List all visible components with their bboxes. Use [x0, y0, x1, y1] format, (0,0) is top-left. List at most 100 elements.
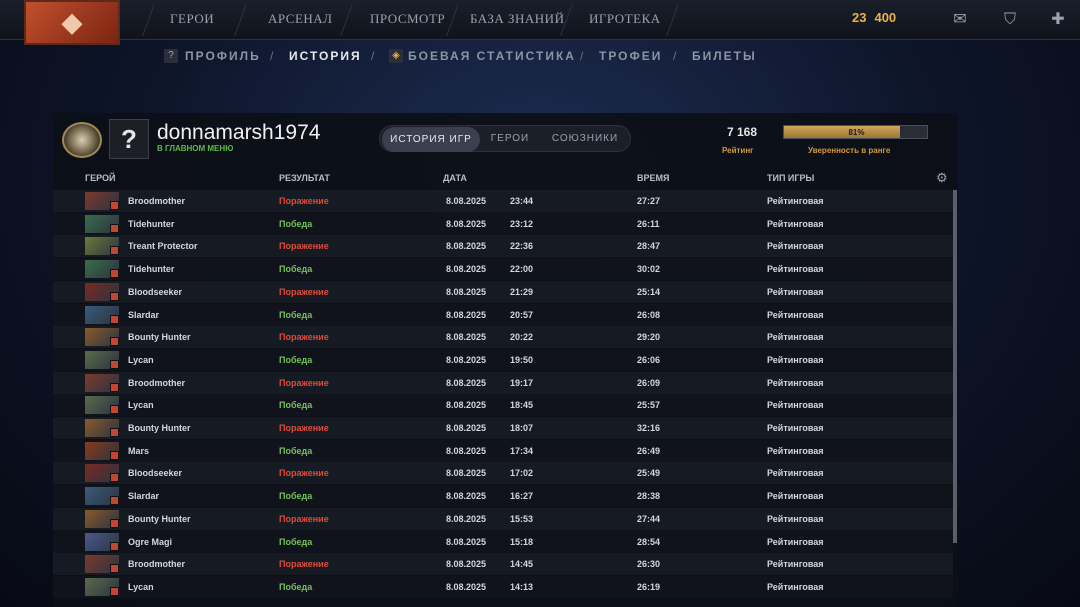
- subnav-profile[interactable]: ПРОФИЛЬ: [185, 49, 261, 63]
- hero-portrait-icon: [85, 577, 119, 596]
- table-row[interactable]: Tidehunter Победа 8.08.2025 22:00 30:02 Рейти…: [53, 258, 953, 281]
- tab-heroes[interactable]: ГЕРОИ: [484, 126, 536, 151]
- table-row[interactable]: Broodmother Поражение 8.08.2025 19:17 26:09 Р…: [53, 371, 953, 394]
- table-row[interactable]: Lycan Победа 8.08.2025 14:13 26:19 Рейтингова…: [53, 575, 953, 598]
- tab-match-history[interactable]: ИСТОРИЯ ИГР: [382, 127, 480, 152]
- match-date: 8.08.2025: [446, 309, 487, 320]
- table-row[interactable]: Slardar Победа 8.08.2025 16:27 28:38 Рейтинго…: [53, 485, 953, 508]
- match-result: Победа: [279, 354, 313, 365]
- hero-role-icon: [110, 586, 119, 596]
- table-row[interactable]: Treant Protector Поражение 8.08.2025 22:36 2…: [53, 235, 953, 258]
- hero-role-icon: [110, 291, 119, 301]
- combat-stats-icon: ◈: [389, 49, 403, 63]
- hero-name: Lycan: [128, 581, 154, 592]
- match-date: 8.08.2025: [446, 423, 487, 433]
- match-date: 8.08.2025: [446, 491, 487, 502]
- tab-allies[interactable]: СОЮЗНИКИ: [540, 126, 630, 151]
- match-history-panel: ? donnamarsh1974 В ГЛАВНОМ МЕНЮ ИСТОРИЯ …: [53, 113, 958, 607]
- hero-role-icon: [110, 314, 119, 324]
- game-mode: Рейтинговая: [767, 445, 824, 456]
- table-row[interactable]: Mars Победа 8.08.2025 17:34 26:49 Рейтинговая: [53, 439, 953, 462]
- nav-watch[interactable]: ПРОСМОТР: [370, 11, 445, 27]
- table-row[interactable]: Ogre Magi Победа 8.08.2025 15:18 28:54 Рейтин…: [53, 530, 953, 553]
- subnav-combat-stats[interactable]: БОЕВАЯ СТАТИСТИКА: [408, 49, 576, 63]
- game-mode: Рейтинговая: [767, 218, 824, 229]
- column-header-date[interactable]: ДАТА: [443, 173, 467, 183]
- match-result: Победа: [279, 536, 313, 547]
- table-row[interactable]: Broodmother Поражение 8.08.2025 14:45 26:30 Р…: [53, 553, 953, 576]
- hero-role-icon: [110, 269, 119, 279]
- subnav-trophies[interactable]: ТРОФЕИ: [599, 49, 662, 63]
- hero-portrait-icon: [85, 214, 119, 233]
- match-result: Поражение: [279, 286, 329, 297]
- match-time: 19:17: [510, 377, 534, 388]
- table-row[interactable]: Bounty Hunter Поражение 8.08.2025 20:22 29:2…: [53, 326, 953, 349]
- subnav-tickets[interactable]: БИЛЕТЫ: [692, 49, 757, 63]
- hero-portrait-icon: [85, 419, 119, 437]
- table-row[interactable]: Broodmother Поражение 8.08.2025 23:44 27:27 Р…: [53, 190, 953, 212]
- nav-heroes[interactable]: ГЕРОИ: [170, 11, 214, 27]
- game-mode: Рейтинговая: [767, 309, 824, 320]
- nav-divider: [234, 4, 247, 36]
- match-result: Поражение: [279, 196, 329, 206]
- profile-header: ? donnamarsh1974 В ГЛАВНОМ МЕНЮ ИСТОРИЯ …: [53, 113, 958, 168]
- match-date: 8.08.2025: [446, 196, 487, 206]
- user-status: В ГЛАВНОМ МЕНЮ: [157, 144, 234, 153]
- match-result: Победа: [279, 400, 313, 411]
- hero-role-icon: [110, 359, 119, 369]
- match-result: Поражение: [279, 468, 329, 479]
- match-duration: 25:14: [637, 286, 661, 297]
- history-tabs: ИСТОРИЯ ИГР ГЕРОИ СОЮЗНИКИ: [379, 125, 631, 152]
- avatar[interactable]: ?: [109, 119, 149, 159]
- column-header-mode[interactable]: ТИП ИГРЫ: [767, 173, 814, 183]
- table-row[interactable]: Lycan Победа 8.08.2025 18:45 25:57 Рейтингова…: [53, 394, 953, 417]
- match-result: Поражение: [279, 377, 329, 388]
- rank-medal-icon[interactable]: [59, 119, 105, 161]
- column-header-duration[interactable]: ВРЕМЯ: [637, 173, 669, 183]
- table-row[interactable]: Slardar Победа 8.08.2025 20:57 26:08 Рейтинго…: [53, 303, 953, 326]
- plus-icon[interactable]: ✚: [1046, 8, 1070, 32]
- table-row[interactable]: Bounty Hunter Поражение 8.08.2025 18:07 32:1…: [53, 417, 953, 439]
- column-header-result[interactable]: РЕЗУЛЬТАТ: [279, 173, 330, 183]
- match-result: Победа: [279, 581, 313, 592]
- nav-learn[interactable]: БАЗА ЗНАНИЙ: [470, 11, 564, 27]
- match-time: 23:12: [510, 218, 534, 229]
- table-row[interactable]: Bloodseeker Поражение 8.08.2025 17:02 25:49 Р…: [53, 462, 953, 485]
- match-date: 8.08.2025: [446, 559, 487, 570]
- column-header-hero[interactable]: ГЕРОЙ: [85, 173, 115, 183]
- hero-role-icon: [110, 405, 119, 415]
- match-result: Победа: [279, 309, 313, 320]
- nav-arcade[interactable]: ИГРОТЕКА: [589, 11, 661, 27]
- mail-icon[interactable]: ✉: [948, 8, 972, 32]
- table-row[interactable]: Bloodseeker Поражение 8.08.2025 21:29 25:14 Р…: [53, 280, 953, 303]
- hero-name: Tidehunter: [128, 218, 175, 229]
- shield-icon[interactable]: ⛉: [998, 8, 1022, 32]
- game-mode: Рейтинговая: [767, 264, 824, 275]
- hero-role-icon: [110, 246, 119, 256]
- table-row[interactable]: Lycan Победа 8.08.2025 19:50 26:06 Рейтингова…: [53, 348, 953, 371]
- match-time: 19:50: [510, 354, 534, 365]
- game-mode: Рейтинговая: [767, 332, 824, 343]
- game-mode: Рейтинговая: [767, 491, 824, 502]
- match-date: 8.08.2025: [446, 513, 487, 524]
- nav-armory[interactable]: АРСЕНАЛ: [268, 11, 332, 27]
- table-row[interactable]: Tidehunter Победа 8.08.2025 23:12 26:11 Рейти…: [53, 212, 953, 235]
- match-time: 16:27: [510, 491, 534, 502]
- gear-icon[interactable]: ⚙: [936, 170, 948, 186]
- match-list-scrollbar[interactable]: [953, 190, 957, 543]
- username: donnamarsh1974: [157, 121, 321, 144]
- match-duration: 28:47: [637, 241, 661, 252]
- hero-portrait-icon: [85, 555, 119, 574]
- match-result: Поражение: [279, 423, 329, 433]
- dota-logo-button[interactable]: ◆: [24, 0, 120, 45]
- match-date: 8.08.2025: [446, 332, 487, 343]
- currency-display[interactable]: 23 400: [852, 10, 896, 25]
- subnav-history[interactable]: ИСТОРИЯ: [289, 49, 362, 63]
- hero-role-icon: [110, 450, 119, 460]
- profile-question-icon: ?: [164, 49, 178, 63]
- table-row[interactable]: Bounty Hunter Поражение 8.08.2025 15:53 27:4…: [53, 507, 953, 530]
- shards-count: 23: [852, 10, 867, 25]
- match-time: 18:07: [510, 423, 534, 433]
- subnav-divider: /: [580, 49, 584, 63]
- hero-portrait-icon: [85, 396, 119, 415]
